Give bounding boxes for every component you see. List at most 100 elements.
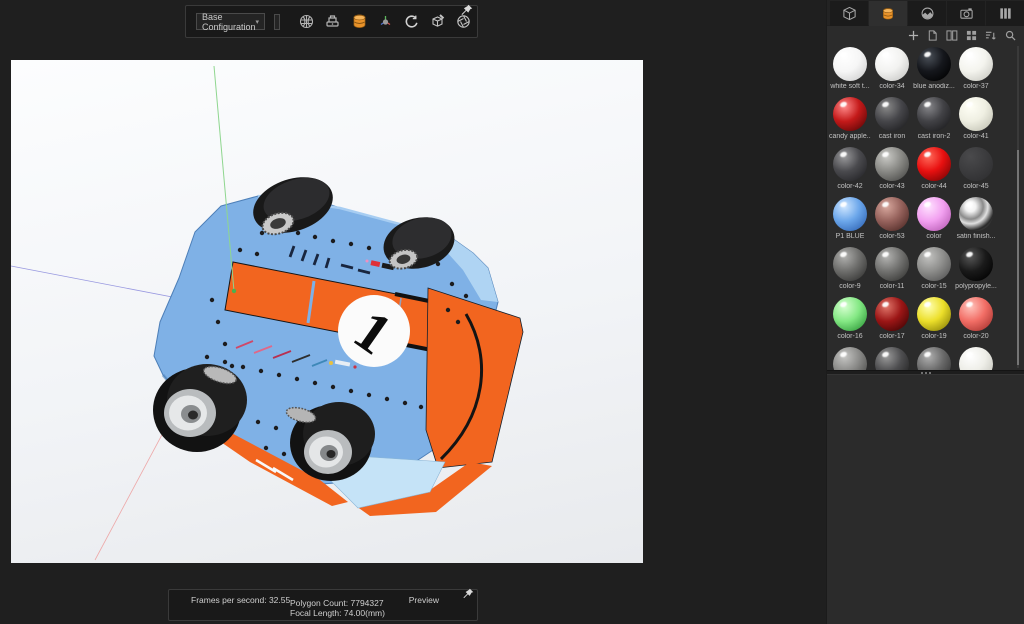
menu-icon[interactable]: [274, 14, 280, 30]
edit-cube-icon[interactable]: [429, 13, 446, 31]
gizmo-icon[interactable]: [377, 13, 394, 31]
material-sphere: [875, 297, 909, 331]
material-sphere: [833, 247, 867, 281]
palettes-tab[interactable]: [986, 1, 1024, 26]
material-sphere: [875, 347, 909, 370]
print-icon[interactable]: [324, 13, 341, 31]
material-sphere: [833, 347, 867, 370]
configuration-dropdown[interactable]: Base Configuration ▾: [196, 13, 265, 30]
swatch-label: color-19: [921, 333, 946, 340]
appearance-swatch[interactable]: color-16: [829, 294, 871, 344]
appearance-swatch[interactable]: polypropyle...: [955, 244, 997, 294]
appearance-swatch[interactable]: white soft t...: [829, 44, 871, 94]
appearance-swatch[interactable]: candy apple...: [829, 94, 871, 144]
turntable-barrel-icon[interactable]: [350, 13, 368, 31]
appearance-swatch[interactable]: color-11: [871, 244, 913, 294]
pin-icon[interactable]: [461, 3, 473, 21]
appearance-swatch[interactable]: color-42: [829, 144, 871, 194]
material-sphere: [959, 97, 993, 131]
models-tab[interactable]: [830, 1, 868, 26]
appearance-swatch[interactable]: color-41: [955, 94, 997, 144]
swatch-label: color-9: [839, 283, 860, 290]
swatch-label: color-20: [963, 333, 988, 340]
material-sphere: [959, 247, 993, 281]
appearance-swatch[interactable]: color: [913, 194, 955, 244]
search-icon[interactable]: [1005, 30, 1016, 41]
configuration-label: Base Configuration: [202, 12, 256, 32]
appearance-swatch[interactable]: [871, 344, 913, 370]
focal-length: Focal Length: 74.00(mm): [290, 608, 385, 618]
add-icon[interactable]: [908, 30, 919, 41]
appearance-swatch[interactable]: color-17: [871, 294, 913, 344]
appearance-swatch[interactable]: color-43: [871, 144, 913, 194]
appearance-swatch[interactable]: P1 BLUE: [829, 194, 871, 244]
panels-icon: [998, 6, 1013, 21]
panel-splitter[interactable]: [827, 370, 1024, 375]
material-sphere: [959, 347, 993, 370]
preview-label: Preview: [409, 595, 439, 605]
material-sphere: [875, 247, 909, 281]
cube-icon: [842, 6, 857, 21]
sort-icon[interactable]: [985, 30, 997, 41]
swatch-label: cast iron-2: [918, 133, 951, 140]
appearance-library-grid: white soft t... color-34 blue anodiz... …: [827, 44, 1019, 370]
appearance-swatch[interactable]: color-37: [955, 44, 997, 94]
appearance-swatch[interactable]: color-53: [871, 194, 913, 244]
robot-wedge: [426, 288, 523, 468]
material-sphere: [917, 97, 951, 131]
swatch-label: candy apple...: [829, 133, 871, 140]
material-sphere: [833, 297, 867, 331]
appearance-swatch[interactable]: color-34: [871, 44, 913, 94]
material-sphere: [917, 347, 951, 370]
import-file-icon[interactable]: [927, 30, 938, 41]
appearance-swatch[interactable]: blue anodiz...: [913, 44, 955, 94]
split-view-icon[interactable]: [946, 30, 958, 41]
material-sphere: [917, 147, 951, 181]
appearance-swatch[interactable]: color-44: [913, 144, 955, 194]
environments-tab[interactable]: [908, 1, 946, 26]
appearance-swatch[interactable]: [913, 344, 955, 370]
library-tab-bar: [827, 0, 1024, 26]
rotate-refresh-icon[interactable]: [403, 13, 420, 31]
swatch-label: color-34: [879, 83, 904, 90]
chevron-down-icon: ▾: [256, 18, 260, 26]
appearance-swatch[interactable]: color-9: [829, 244, 871, 294]
fps-readout: Frames per second: 32.55: [191, 595, 290, 605]
camera-icon: [959, 6, 974, 21]
material-sphere: [875, 197, 909, 231]
swatch-label: polypropyle...: [955, 283, 997, 290]
material-sphere: [917, 297, 951, 331]
swatch-label: color-15: [921, 283, 946, 290]
swatch-label: color-41: [963, 133, 988, 140]
appearance-swatch[interactable]: color-15: [913, 244, 955, 294]
swatch-label: cast iron: [879, 133, 905, 140]
appearance-swatch[interactable]: cast iron: [871, 94, 913, 144]
appearance-swatch[interactable]: satin finish...: [955, 194, 997, 244]
denoiser-brain-icon[interactable]: [298, 13, 315, 31]
render-viewport[interactable]: 1: [11, 60, 643, 563]
swatch-label: color-44: [921, 183, 946, 190]
appearance-swatch[interactable]: color-20: [955, 294, 997, 344]
material-sphere: [833, 47, 867, 81]
swatch-label: color: [926, 233, 941, 240]
material-sphere: [959, 297, 993, 331]
appearances-tab[interactable]: [869, 1, 907, 26]
appearance-swatch[interactable]: cast iron-2: [913, 94, 955, 144]
appearance-swatch[interactable]: [955, 344, 997, 370]
appearance-swatch[interactable]: color-45: [955, 144, 997, 194]
swatch-label: color-16: [837, 333, 862, 340]
swatch-label: color-43: [879, 183, 904, 190]
appearance-swatch[interactable]: [829, 344, 871, 370]
environment-sphere-icon: [920, 6, 935, 21]
swatch-label: color-11: [880, 283, 905, 290]
swatch-label: color-17: [879, 333, 904, 340]
library-toolbar: [827, 26, 1024, 44]
material-sphere: [875, 97, 909, 131]
cameras-tab[interactable]: [947, 1, 985, 26]
grid-view-icon[interactable]: [966, 30, 977, 41]
appearance-swatch[interactable]: color-19: [913, 294, 955, 344]
material-sphere: [959, 147, 993, 181]
material-sphere: [875, 47, 909, 81]
library-scrollbar-thumb[interactable]: [1017, 150, 1019, 365]
pin-icon[interactable]: [463, 588, 474, 601]
